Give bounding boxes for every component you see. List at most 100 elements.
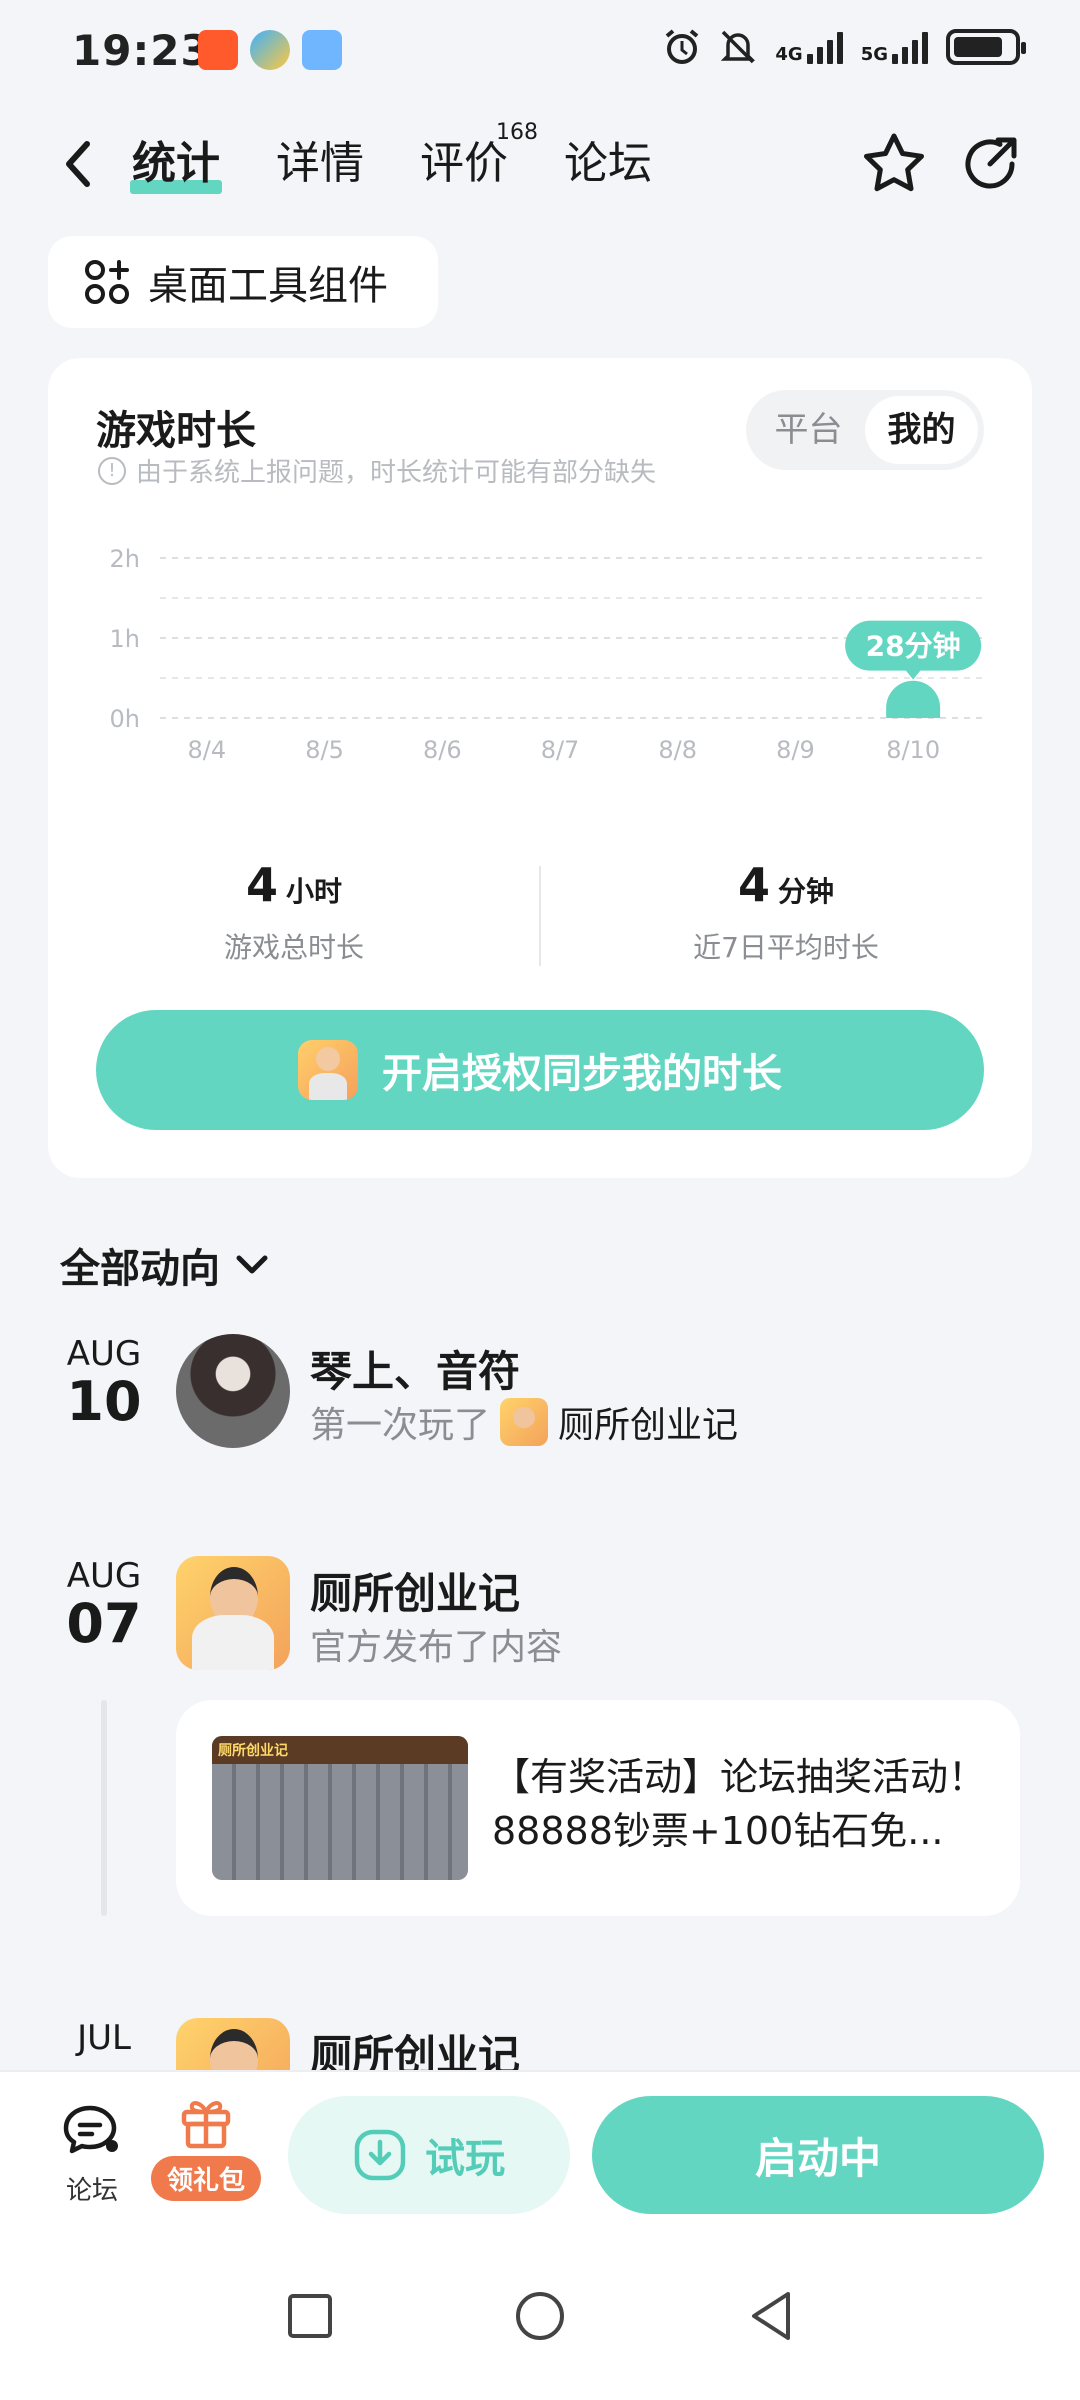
info-icon: ! bbox=[98, 456, 126, 485]
feed-activity: 第一次玩了 厕所创业记 bbox=[310, 1396, 738, 1448]
post-thumbnail: 厕所创业记 bbox=[212, 1736, 468, 1880]
feed-game-link[interactable]: 厕所创业记 bbox=[558, 1396, 738, 1448]
avg-playtime-unit: 分钟 bbox=[778, 875, 835, 908]
feed-date-month: JUL bbox=[77, 2018, 131, 2058]
top-nav: 统计 详情 评价 168 论坛 bbox=[0, 110, 1080, 220]
x-tick-label: 8/9 bbox=[776, 736, 815, 764]
authorize-sync-button[interactable]: 开启授权同步我的时长 bbox=[96, 1010, 984, 1130]
system-nav-bar bbox=[0, 2230, 1080, 2400]
x-tick-label: 8/5 bbox=[305, 736, 344, 764]
tab-details-label: 详情 bbox=[276, 138, 364, 189]
feed-date: AUG 07 bbox=[60, 1556, 148, 1652]
playtime-title: 游戏时长 bbox=[96, 408, 256, 454]
signal-4g-icon: 4G bbox=[775, 30, 843, 65]
total-playtime-value: 4 bbox=[245, 858, 278, 912]
alarm-icon bbox=[666, 29, 699, 64]
system-icons: 4G 5G bbox=[663, 28, 1026, 66]
signal-5g-icon: 5G bbox=[861, 30, 928, 64]
post-title-line1: 【有奖活动】论坛抽奖活动！ bbox=[492, 1755, 987, 1799]
widget-grid-icon bbox=[85, 260, 129, 304]
y-tick-label: 0h bbox=[110, 705, 140, 733]
feed-item[interactable]: JUL 厕所创业记 bbox=[0, 2018, 1080, 2078]
playtime-card: 游戏时长 ! 由于系统上报问题，时长统计可能有部分缺失 平台 我的 2h 1h 0h… bbox=[48, 358, 1032, 1178]
post-thumbnail-title: 厕所创业记 bbox=[218, 1743, 288, 1759]
gift-pack-button[interactable]: 领礼包 bbox=[148, 2092, 264, 2201]
feed-date: AUG 10 bbox=[60, 1334, 148, 1430]
weather-icon bbox=[302, 30, 342, 70]
clock: 19:23 bbox=[72, 26, 211, 75]
chevron-down-icon bbox=[236, 1255, 268, 1274]
forum-button[interactable]: 论坛 bbox=[56, 2102, 128, 2207]
playtime-note-text: 由于系统上报问题，时长统计可能有部分缺失 bbox=[136, 458, 657, 488]
desktop-widget-button[interactable]: 桌面工具组件 bbox=[48, 236, 438, 328]
gift-pack-label: 领礼包 bbox=[150, 2156, 261, 2201]
post-title-line2: 88888钞票+100钻石免... bbox=[492, 1809, 944, 1853]
feed-item[interactable]: AUG 07 厕所创业记 官方发布了内容 bbox=[0, 1556, 1080, 1676]
tab-details[interactable]: 详情 bbox=[276, 128, 364, 200]
game-avatar[interactable] bbox=[176, 2018, 290, 2078]
avg-playtime-value: 4 bbox=[737, 858, 770, 912]
tab-stats[interactable]: 统计 bbox=[130, 128, 222, 200]
playtime-note: ! 由于系统上报问题，时长统计可能有部分缺失 bbox=[98, 452, 656, 489]
try-play-button[interactable]: 试玩 bbox=[288, 2096, 570, 2214]
feed-activity: 官方发布了内容 bbox=[310, 1618, 562, 1670]
toggle-mine[interactable]: 我的 bbox=[865, 396, 978, 464]
tab-reviews-label: 评价 bbox=[420, 138, 508, 189]
mute-icon bbox=[721, 30, 756, 64]
data-label: 28分钟 bbox=[866, 630, 961, 663]
taobao-icon bbox=[198, 30, 238, 70]
y-tick-label: 1h bbox=[110, 625, 140, 653]
playtime-chart: 2h 1h 0h 8/4 8/5 8/6 8/7 8/8 8/9 8/10 28分钟 bbox=[110, 545, 984, 764]
total-playtime-stat: 4 小时 游戏总时长 bbox=[48, 858, 540, 966]
game-icon bbox=[298, 1040, 358, 1100]
feed-item[interactable]: AUG 10 琴上、音符 第一次玩了 厕所创业记 bbox=[0, 1334, 1080, 1454]
forum-chat-icon bbox=[63, 2105, 118, 2154]
browser-icon bbox=[250, 30, 290, 70]
network-5g-label: 5G bbox=[860, 44, 888, 65]
chart-bar bbox=[886, 680, 941, 718]
feed-date-day: 10 bbox=[66, 1370, 142, 1433]
total-playtime-caption: 游戏总时长 bbox=[223, 931, 364, 964]
gift-icon bbox=[181, 2101, 231, 2149]
feed-action-text: 第一次玩了 bbox=[310, 1405, 491, 1446]
feed-date-month: AUG bbox=[66, 1556, 142, 1596]
feed-game-name[interactable]: 厕所创业记 bbox=[310, 1560, 520, 1621]
review-count-badge: 168 bbox=[496, 120, 538, 145]
bottom-action-bar: 论坛 领礼包 试玩 启动中 bbox=[0, 2070, 1080, 2230]
post-card[interactable]: 厕所创业记 【有奖活动】论坛抽奖活动！ 88888钞票+100钻石免... bbox=[176, 1700, 1020, 1916]
avg-playtime-caption: 近7日平均时长 bbox=[693, 931, 879, 964]
feed-date-month: AUG bbox=[66, 1334, 142, 1374]
launch-label: 启动中 bbox=[754, 2133, 881, 2183]
x-tick-label: 8/6 bbox=[423, 736, 462, 764]
tab-forum-label: 论坛 bbox=[564, 138, 652, 189]
feed-date-day: 07 bbox=[66, 1592, 142, 1655]
timeline-line bbox=[101, 1700, 107, 1916]
post-title: 【有奖活动】论坛抽奖活动！ 88888钞票+100钻石免... bbox=[492, 1750, 992, 1858]
playtime-stats: 4 小时 游戏总时长 4 分钟 近7日平均时长 bbox=[48, 858, 1032, 988]
total-playtime-unit: 小时 bbox=[286, 875, 343, 908]
feed-date: JUL bbox=[60, 2018, 148, 2058]
feed-filter-dropdown[interactable]: 全部动向 bbox=[60, 1236, 270, 1294]
network-4g-label: 4G bbox=[775, 44, 803, 65]
back-nav-icon[interactable] bbox=[740, 2286, 800, 2346]
notification-icons bbox=[198, 30, 342, 70]
x-tick-label: 8/10 bbox=[886, 736, 940, 764]
recents-icon[interactable] bbox=[280, 2286, 340, 2346]
toggle-platform[interactable]: 平台 bbox=[752, 396, 865, 464]
share-icon[interactable] bbox=[954, 128, 1026, 200]
game-avatar[interactable] bbox=[176, 1556, 290, 1670]
launch-button[interactable]: 启动中 bbox=[592, 2096, 1044, 2214]
star-icon[interactable] bbox=[858, 128, 930, 200]
back-icon[interactable] bbox=[55, 134, 105, 194]
feed-action-text: 官方发布了内容 bbox=[310, 1627, 563, 1668]
authorize-sync-label: 开启授权同步我的时长 bbox=[382, 1051, 782, 1097]
game-icon bbox=[500, 1398, 549, 1446]
tab-reviews[interactable]: 评价 168 bbox=[420, 122, 538, 200]
feed-user-name[interactable]: 琴上、音符 bbox=[310, 1338, 520, 1399]
tab-forum[interactable]: 论坛 bbox=[564, 128, 652, 200]
forum-label: 论坛 bbox=[65, 2176, 118, 2206]
user-avatar[interactable] bbox=[176, 1334, 290, 1448]
home-icon[interactable] bbox=[510, 2286, 570, 2346]
download-icon bbox=[354, 2129, 406, 2181]
data-source-toggle: 平台 我的 bbox=[746, 390, 984, 470]
